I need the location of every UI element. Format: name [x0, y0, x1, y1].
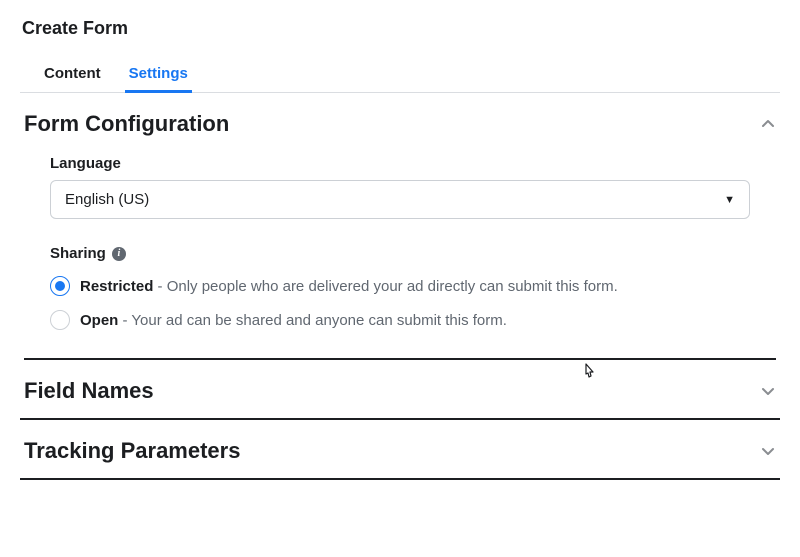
caret-down-icon: ▼ — [724, 194, 735, 206]
section-header-field-names[interactable]: Field Names — [20, 360, 780, 420]
form-configuration-body: Language English (US) ▼ Sharing i Restri… — [20, 151, 780, 358]
section-header-tracking-parameters[interactable]: Tracking Parameters — [20, 420, 780, 480]
section-title-form-configuration: Form Configuration — [24, 111, 229, 137]
section-header-form-configuration[interactable]: Form Configuration — [20, 93, 780, 151]
tabs: Content Settings — [20, 57, 780, 93]
tab-settings[interactable]: Settings — [129, 57, 188, 92]
radio-unselected-icon — [50, 310, 70, 330]
section-title-tracking-parameters: Tracking Parameters — [24, 438, 240, 464]
sharing-restricted-name: Restricted — [80, 278, 153, 295]
language-select[interactable]: English (US) ▼ — [50, 180, 750, 219]
sharing-restricted-desc: - Only people who are delivered your ad … — [153, 278, 617, 295]
language-label: Language — [50, 155, 780, 172]
tab-content[interactable]: Content — [44, 57, 101, 92]
info-icon[interactable]: i — [112, 247, 126, 261]
sharing-label-text: Sharing — [50, 245, 106, 262]
sharing-open-label: Open - Your ad can be shared and anyone … — [80, 312, 507, 329]
sharing-open-name: Open — [80, 312, 118, 329]
language-select-value: English (US) — [65, 191, 149, 208]
section-title-field-names: Field Names — [24, 378, 154, 404]
chevron-up-icon — [760, 116, 776, 132]
sharing-open-desc: - Your ad can be shared and anyone can s… — [118, 312, 507, 329]
page-title: Create Form — [22, 18, 780, 39]
radio-selected-icon — [50, 276, 70, 296]
sharing-option-restricted[interactable]: Restricted - Only people who are deliver… — [50, 276, 780, 296]
sharing-restricted-label: Restricted - Only people who are deliver… — [80, 278, 618, 295]
sharing-option-open[interactable]: Open - Your ad can be shared and anyone … — [50, 310, 780, 330]
chevron-down-icon — [760, 383, 776, 399]
chevron-down-icon — [760, 443, 776, 459]
sharing-label: Sharing i — [50, 245, 780, 262]
cursor-pointer-icon — [580, 362, 598, 387]
